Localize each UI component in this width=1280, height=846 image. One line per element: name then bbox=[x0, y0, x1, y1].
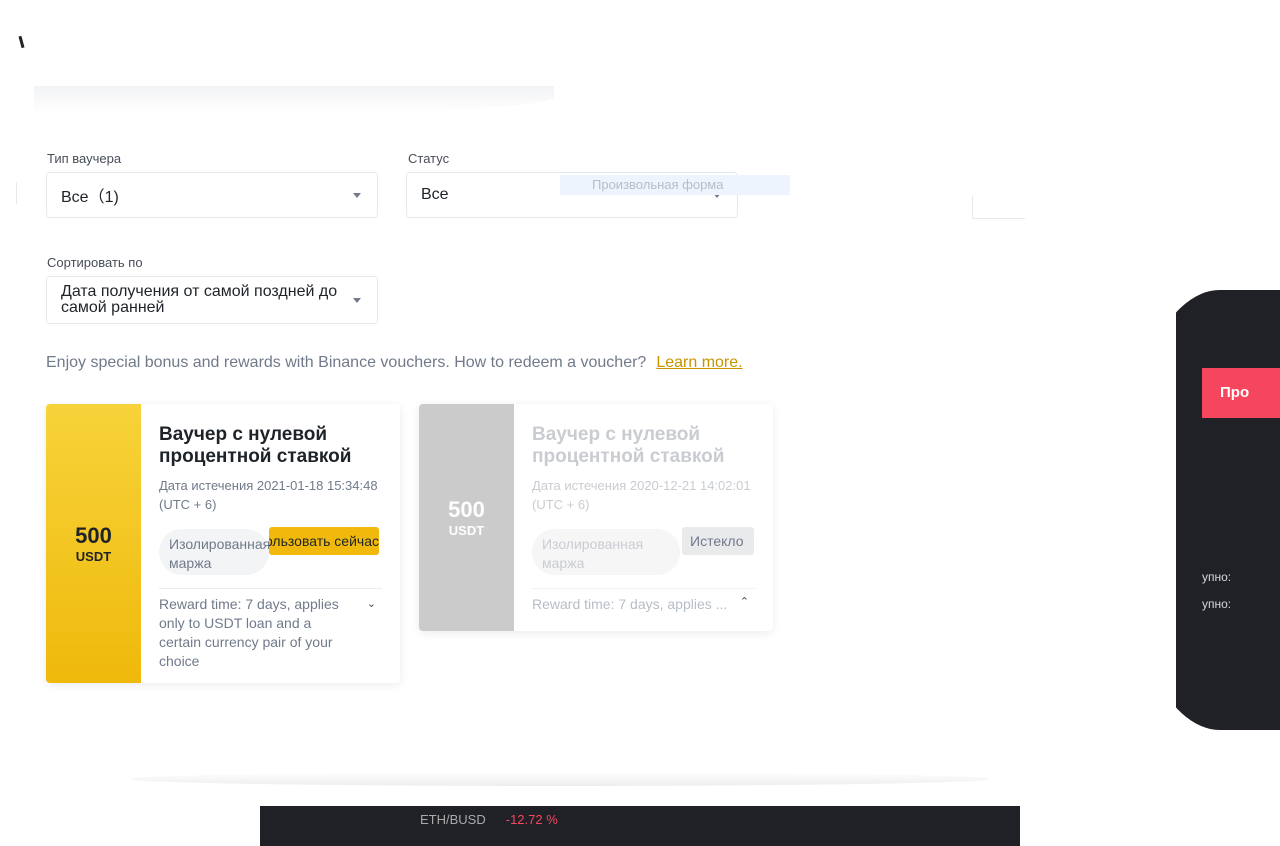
voucher-amount: 500 bbox=[448, 497, 485, 522]
caret-down-icon bbox=[353, 193, 361, 198]
ticker-change: -12.72 % bbox=[505, 812, 558, 827]
ticker-pair: ETH/BUSD bbox=[420, 812, 486, 827]
voucher-title: Ваучер с нулевой процентной ставкой bbox=[159, 424, 352, 467]
voucher-reward[interactable]: Reward time: 7 days, applies ... ⌃ bbox=[532, 589, 755, 614]
voucher-info: Enjoy special bonus and rewards with Bin… bbox=[46, 354, 743, 372]
sort-select[interactable]: Дата получения от самой поздней до самой… bbox=[46, 276, 378, 324]
voucher-card: 500 USDT Ваучер с нулевой процентной ста… bbox=[46, 404, 400, 683]
background-available-label: упно: bbox=[1202, 597, 1232, 611]
voucher-card: 500 USDT Ваучер с нулевой процентной ста… bbox=[419, 404, 773, 631]
background-ticker-bar: ETH/BUSD -12.72 % bbox=[260, 806, 1020, 846]
footer-shadow bbox=[130, 772, 990, 786]
voucher-tag: Изолированная маржа bbox=[159, 529, 270, 575]
voucher-amount-panel: 500 USDT bbox=[419, 404, 514, 631]
partial-input-edge bbox=[16, 182, 17, 204]
voucher-amount-panel: 500 USDT bbox=[46, 404, 141, 683]
learn-more-link[interactable]: Learn more. bbox=[656, 354, 742, 371]
chevron-up-icon[interactable]: ⌃ bbox=[740, 593, 749, 612]
cursor-mark bbox=[18, 35, 25, 49]
voucher-expiry: Дата истечения 2020-12-21 14:02:01 (UTC … bbox=[532, 478, 751, 512]
background-sell-button: Про bbox=[1202, 368, 1280, 418]
status-tooltip: Произвольная форма bbox=[560, 175, 790, 195]
partial-input[interactable] bbox=[972, 196, 1025, 219]
sort-value: Дата получения от самой поздней до самой… bbox=[61, 283, 338, 316]
status-value: Все bbox=[421, 186, 449, 203]
voucher-title: Ваучер с нулевой процентной ставкой bbox=[532, 424, 725, 467]
voucher-currency: USDT bbox=[75, 549, 112, 564]
voucher-reward[interactable]: Reward time: 7 days, applies only to USD… bbox=[159, 589, 382, 671]
chevron-down-icon[interactable]: ⌄ bbox=[367, 595, 376, 614]
use-now-button[interactable]: Использовать сейчас bbox=[269, 527, 379, 555]
voucher-type-select[interactable]: Все（1) bbox=[46, 172, 378, 218]
sort-label: Сортировать по bbox=[47, 255, 143, 270]
voucher-reward-text: Reward time: 7 days, applies ... bbox=[532, 596, 728, 612]
background-available-label: упно: bbox=[1202, 570, 1232, 584]
voucher-type-label: Тип ваучера bbox=[47, 151, 122, 166]
voucher-currency: USDT bbox=[448, 523, 485, 538]
expired-badge: Истекло bbox=[682, 527, 754, 555]
voucher-type-value: Все（1) bbox=[61, 189, 119, 206]
voucher-info-text: Enjoy special bonus and rewards with Bin… bbox=[46, 354, 647, 371]
status-label: Статус bbox=[408, 151, 450, 166]
voucher-reward-text: Reward time: 7 days, applies only to USD… bbox=[159, 596, 339, 669]
caret-down-icon bbox=[353, 298, 361, 303]
voucher-amount: 500 bbox=[75, 523, 112, 548]
voucher-expiry: Дата истечения 2021-01-18 15:34:48 (UTC … bbox=[159, 478, 378, 512]
voucher-tag: Изолированная маржа bbox=[532, 529, 680, 575]
